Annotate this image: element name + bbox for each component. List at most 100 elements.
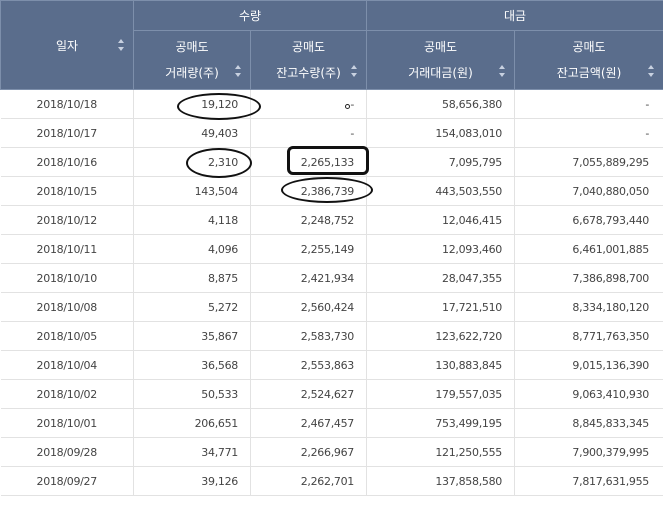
table-row[interactable]: 2018/10/02 50,533 2,524,627 179,557,035 9,06… [0, 379, 663, 409]
cell-short-volume: 8,875 [133, 263, 251, 293]
sort-icon[interactable] [118, 39, 125, 51]
annotation-circle [177, 93, 261, 120]
cell-balance-qty: 2,262,701 [250, 466, 367, 496]
cell-balance-qty: 2,553,863 [250, 350, 367, 380]
cell-short-volume: 34,771 [133, 437, 251, 467]
cell-balance-amount: 9,015,136,390 [514, 350, 663, 380]
table-row[interactable]: 2018/10/12 4,118 2,248,752 12,046,415 6,678,… [0, 205, 663, 235]
cell-balance-qty: 2,255,149 [250, 234, 367, 264]
cell-balance-amount: 7,055,889,295 [514, 147, 663, 177]
annotation-circle [186, 148, 252, 178]
table-row[interactable]: 2018/09/28 34,771 2,266,967 121,250,555 7,90… [0, 437, 663, 467]
cell-short-amount: 17,721,510 [366, 292, 515, 322]
cell-date: 2018/10/17 [0, 118, 134, 148]
table-row[interactable]: 2018/10/10 8,875 2,421,934 28,047,355 7,386,… [0, 263, 663, 293]
cell-short-amount: 12,046,415 [366, 205, 515, 235]
column-header-date-label: 일자 [55, 38, 79, 53]
cell-balance-qty: 2,583,730 [250, 321, 367, 351]
cell-balance-amount: 9,063,410,930 [514, 379, 663, 409]
cell-date: 2018/10/11 [0, 234, 134, 264]
annotation-circle [281, 177, 373, 203]
column-header-short-volume[interactable]: 공매도 거래량(주) [133, 30, 251, 90]
table-row[interactable]: 2018/10/18 19,120-58,656,380- [0, 89, 663, 119]
cell-date: 2018/10/15 [0, 176, 134, 206]
cell-balance-amount: 6,678,793,440 [514, 205, 663, 235]
cell-short-volume: 50,533 [133, 379, 251, 409]
table-row[interactable]: 2018/10/11 4,096 2,255,149 12,093,460 6,461,… [0, 234, 663, 264]
cell-short-amount: 7,095,795 [366, 147, 515, 177]
cell-short-amount: 753,499,195 [366, 408, 515, 438]
cell-balance-qty: 2,421,934 [250, 263, 367, 293]
cell-balance-qty: 2,266,967 [250, 437, 367, 467]
cell-short-volume: 4,096 [133, 234, 251, 264]
cell-balance-amount: - [514, 118, 663, 148]
column-header-short-balance-qty[interactable]: 공매도 잔고수량(주) [250, 30, 367, 90]
cell-short-amount: 130,883,845 [366, 350, 515, 380]
sort-icon[interactable] [235, 65, 242, 77]
group-header-amount: 대금 [366, 0, 663, 31]
cell-date: 2018/10/10 [0, 263, 134, 293]
cell-balance-qty: 2,248,752 [250, 205, 367, 235]
table-row[interactable]: 2018/10/04 36,568 2,553,863 130,883,845 9,01… [0, 350, 663, 380]
header-label: 잔고수량(주) [276, 66, 341, 80]
cell-balance-amount: 8,334,180,120 [514, 292, 663, 322]
sort-icon[interactable] [499, 65, 506, 77]
cell-date: 2018/10/12 [0, 205, 134, 235]
header-label: 공매도 [291, 40, 326, 54]
cell-date: 2018/10/02 [0, 379, 134, 409]
cell-balance-qty: - [250, 118, 367, 148]
cell-short-volume: 5,272 [133, 292, 251, 322]
cell-short-amount: 154,083,010 [366, 118, 515, 148]
header-label: 공매도 [423, 40, 458, 54]
cell-short-amount: 58,656,380 [366, 89, 515, 119]
cell-short-amount: 12,093,460 [366, 234, 515, 264]
header-label: 공매도 [175, 40, 209, 54]
cell-balance-amount: 7,040,880,050 [514, 176, 663, 206]
header-label: 거래대금(원) [408, 66, 473, 80]
header-label: 잔고금액(원) [556, 66, 622, 80]
header-label: 공매도 [572, 40, 606, 54]
cell-short-amount: 28,047,355 [366, 263, 515, 293]
cell-balance-qty: 2,467,457 [250, 408, 367, 438]
cell-short-volume: 39,126 [133, 466, 251, 496]
cell-balance-amount: 7,900,379,995 [514, 437, 663, 467]
cell-balance-amount: 6,461,001,885 [514, 234, 663, 264]
group-header-volume: 수량 [133, 0, 367, 31]
cell-balance-amount: - [514, 89, 663, 119]
table-row[interactable]: 2018/09/27 39,126 2,262,701 137,858,580 7,81… [0, 466, 663, 496]
cell-date: 2018/09/27 [0, 466, 134, 496]
column-header-short-amount[interactable]: 공매도 거래대금(원) [366, 30, 515, 90]
cell-short-amount: 443,503,550 [366, 176, 515, 206]
cell-date: 2018/10/04 [0, 350, 134, 380]
cell-date: 2018/10/01 [0, 408, 134, 438]
table-row[interactable]: 2018/10/01 206,651 2,467,457 753,499,195 8,8… [0, 408, 663, 438]
table-row[interactable]: 2018/10/17 49,403-154,083,010- [0, 118, 663, 148]
table-row[interactable]: 2018/10/05 35,867 2,583,730 123,622,720 8,77… [0, 321, 663, 351]
cell-balance-qty: 2,560,424 [250, 292, 367, 322]
cell-short-volume: 35,867 [133, 321, 251, 351]
cell-short-volume: 143,504 [133, 176, 251, 206]
column-header-date[interactable]: 일자 [0, 0, 134, 90]
short-selling-table: 일자 수량 대금 공매도 거래량(주) 공매도 잔고수량(주) 공매도 거래대금… [0, 0, 663, 496]
cell-balance-amount: 7,817,631,955 [514, 466, 663, 496]
header-label: 거래량(주) [165, 66, 219, 80]
cell-balance-qty: 2,524,627 [250, 379, 367, 409]
column-header-short-balance-amount[interactable]: 공매도 잔고금액(원) [514, 30, 663, 90]
cell-short-volume: 36,568 [133, 350, 251, 380]
cell-short-amount: 179,557,035 [366, 379, 515, 409]
annotation-box [287, 146, 369, 175]
cell-date: 2018/10/05 [0, 321, 134, 351]
cell-date: 2018/10/08 [0, 292, 134, 322]
cell-date: 2018/10/16 [0, 147, 134, 177]
cell-short-volume: 206,651 [133, 408, 251, 438]
cell-short-amount: 137,858,580 [366, 466, 515, 496]
table-row[interactable]: 2018/10/08 5,272 2,560,424 17,721,510 8,334,… [0, 292, 663, 322]
cell-balance-amount: 8,845,833,345 [514, 408, 663, 438]
sort-icon[interactable] [648, 65, 655, 77]
cell-short-volume: 49,403 [133, 118, 251, 148]
cell-short-amount: 121,250,555 [366, 437, 515, 467]
cell-short-amount: 123,622,720 [366, 321, 515, 351]
cell-date: 2018/09/28 [0, 437, 134, 467]
cell-balance-amount: 7,386,898,700 [514, 263, 663, 293]
sort-icon[interactable] [351, 65, 358, 77]
